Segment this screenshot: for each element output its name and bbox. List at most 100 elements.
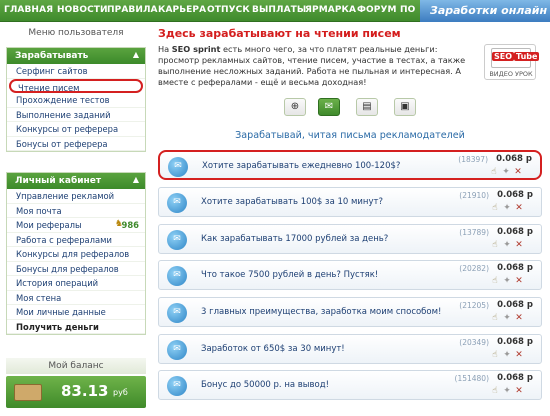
star-icon[interactable]: ✦: [501, 203, 513, 213]
mail-row[interactable]: ✉ Заработок от 650$ за 30 минут! (20349)…: [158, 334, 542, 364]
sidebar-item-referral-contests[interactable]: Конкурсы для рефералов: [7, 247, 145, 262]
balance-box[interactable]: 83.13 руб: [6, 376, 146, 408]
envelope-icon: ✉: [324, 101, 334, 112]
wallet-icon: [14, 384, 42, 401]
tab-tests[interactable]: ▤: [356, 98, 378, 116]
tab-surfing[interactable]: ⊕: [284, 98, 306, 116]
mail-title[interactable]: Что такое 7500 рублей в день? Пустяк!: [201, 270, 378, 280]
chevron-up-icon[interactable]: ▲: [133, 50, 139, 59]
referrals-count: 986: [121, 220, 139, 230]
thumbs-up-icon[interactable]: ☝: [489, 203, 501, 213]
star-icon[interactable]: ✦: [501, 276, 513, 286]
thumbs-up-icon[interactable]: ☝: [489, 276, 501, 286]
mail-title[interactable]: Заработок от 650$ за 30 минут!: [201, 344, 345, 354]
mail-title[interactable]: 3 главных преимущества, заработка моим с…: [201, 307, 441, 317]
sidebar-item-referer-contests[interactable]: Конкурсы от реферера: [7, 122, 145, 137]
sidebar-item-referer-bonuses[interactable]: Бонусы от реферера: [7, 137, 145, 151]
nav-career[interactable]: КАРЬЕРА: [158, 5, 206, 15]
thumbs-up-icon[interactable]: ☝: [489, 350, 501, 360]
sidebar-item-referrals[interactable]: Мои рефералы ♞ 986: [7, 218, 145, 233]
star-icon[interactable]: ✦: [500, 167, 512, 177]
envelope-icon: ✉: [167, 230, 187, 250]
seotube-logo: SEO Tube: [491, 48, 540, 68]
star-icon[interactable]: ✦: [501, 386, 513, 396]
briefcase-icon: ▣: [400, 101, 410, 112]
earn-panel-header[interactable]: Зарабатывать ▲: [7, 48, 145, 64]
sidebar-item-tasks[interactable]: Выполнение заданий: [7, 108, 145, 122]
sidebar-item-tests[interactable]: Прохождение тестов: [7, 93, 145, 108]
sidebar-item-personal-data[interactable]: Мои личные данные: [7, 305, 145, 320]
mail-row[interactable]: ✉ Как зарабатывать 17000 рублей за день?…: [158, 224, 542, 254]
chevron-up-icon[interactable]: ▲: [133, 175, 139, 184]
mail-row[interactable]: ✉ Хотите зарабатывать 100$ за 10 минут? …: [158, 187, 542, 217]
close-icon[interactable]: ✕: [513, 203, 525, 213]
envelope-icon: ✉: [167, 193, 187, 213]
tab-tasks[interactable]: ▣: [394, 98, 416, 116]
nav-more[interactable]: ПО: [400, 5, 415, 15]
mail-row[interactable]: ✉ Бонус до 50000 р. на вывод! (151480) 0…: [158, 370, 542, 400]
mail-views-count: (20349): [459, 338, 489, 347]
sidebar-item-referrals-label: Мои рефералы: [16, 220, 82, 230]
mail-title[interactable]: Хотите зарабатывать 100$ за 10 минут?: [201, 197, 383, 207]
envelope-icon: ✉: [167, 340, 187, 360]
nav-payouts[interactable]: ВЫПЛАТЫ: [252, 5, 306, 15]
mail-views-count: (151480): [454, 374, 489, 383]
sidebar-item-wall[interactable]: Моя стена: [7, 291, 145, 305]
mail-title[interactable]: Как зарабатывать 17000 рублей за день?: [201, 234, 388, 244]
nav-news[interactable]: НОВОСТИ: [57, 5, 108, 15]
sidebar-item-referral-bonuses[interactable]: Бонусы для рефералов: [7, 262, 145, 276]
thumbs-up-icon[interactable]: ☝: [489, 313, 501, 323]
intro-brand: SEO sprint: [171, 44, 221, 54]
mail-row[interactable]: ✉ Что такое 7500 рублей в день? Пустяк! …: [158, 260, 542, 290]
sidebar-item-history[interactable]: История операций: [7, 276, 145, 291]
close-icon[interactable]: ✕: [513, 350, 525, 360]
sidebar-item-referral-work[interactable]: Работа с рефералами: [7, 233, 145, 247]
mail-row[interactable]: ✉ Хотите зарабатывать ежедневно 100-120$…: [158, 150, 542, 180]
seotube-video-lesson[interactable]: SEO Tube ВИДЕО УРОК: [484, 44, 540, 80]
menu-title: Меню пользователя: [28, 28, 124, 38]
globe-icon: ⊕: [290, 101, 300, 112]
sidebar-item-surfing[interactable]: Серфинг сайтов: [7, 64, 145, 79]
mail-views-count: (21910): [459, 191, 489, 200]
mail-actions: ☝ ✦ ✕: [489, 313, 533, 324]
nav-fair[interactable]: ЯРМАРКА: [305, 5, 356, 15]
mail-views-count: (20282): [459, 264, 489, 273]
star-icon[interactable]: ✦: [501, 313, 513, 323]
sidebar-item-mailbox[interactable]: Моя почта: [7, 204, 145, 218]
intro-text: На SEO sprint есть много чего, за что пл…: [158, 44, 478, 88]
cabinet-panel-title: Личный кабинет: [15, 176, 102, 186]
nav-home[interactable]: ГЛАВНАЯ: [4, 5, 53, 15]
thumbs-up-icon[interactable]: ☝: [489, 240, 501, 250]
nav-rules[interactable]: ПРАВИЛА: [107, 5, 158, 15]
tab-mail[interactable]: ✉: [318, 98, 340, 116]
sidebar-item-read-mail[interactable]: Чтение писем: [9, 78, 143, 93]
mail-price: 0.068 р: [497, 337, 533, 347]
mail-actions: ☝ ✦ ✕: [489, 386, 533, 397]
star-icon[interactable]: ✦: [501, 240, 513, 250]
sidebar-item-ads[interactable]: Управление рекламой: [7, 189, 145, 204]
mail-row[interactable]: ✉ 3 главных преимущества, заработка моим…: [158, 297, 542, 327]
cabinet-panel-header[interactable]: Личный кабинет ▲: [7, 173, 145, 189]
close-icon[interactable]: ✕: [513, 313, 525, 323]
balance-currency: руб: [113, 388, 128, 397]
close-icon[interactable]: ✕: [512, 167, 524, 177]
mail-title[interactable]: Хотите зарабатывать ежедневно 100-120$?: [202, 161, 400, 171]
mail-views-count: (21205): [459, 301, 489, 310]
close-icon[interactable]: ✕: [513, 276, 525, 286]
close-icon[interactable]: ✕: [513, 386, 525, 396]
mail-title[interactable]: Бонус до 50000 р. на вывод!: [201, 380, 329, 390]
thumbs-up-icon[interactable]: ☝: [489, 386, 501, 396]
mail-actions: ☝ ✦ ✕: [488, 167, 532, 178]
sidebar-item-withdraw[interactable]: Получить деньги: [7, 320, 145, 334]
mail-views-count: (13789): [459, 228, 489, 237]
envelope-icon: ✉: [167, 266, 187, 286]
site-logo[interactable]: Заработки онлайн: [420, 0, 550, 22]
nav-forum[interactable]: ФОРУМ: [357, 5, 397, 15]
thumbs-up-icon[interactable]: ☝: [488, 167, 500, 177]
star-icon[interactable]: ✦: [501, 350, 513, 360]
mail-actions: ☝ ✦ ✕: [489, 276, 533, 287]
mail-actions: ☝ ✦ ✕: [489, 203, 533, 214]
mail-price: 0.068 р: [497, 190, 533, 200]
nav-vacation[interactable]: ОТПУСК: [207, 5, 250, 15]
close-icon[interactable]: ✕: [513, 240, 525, 250]
